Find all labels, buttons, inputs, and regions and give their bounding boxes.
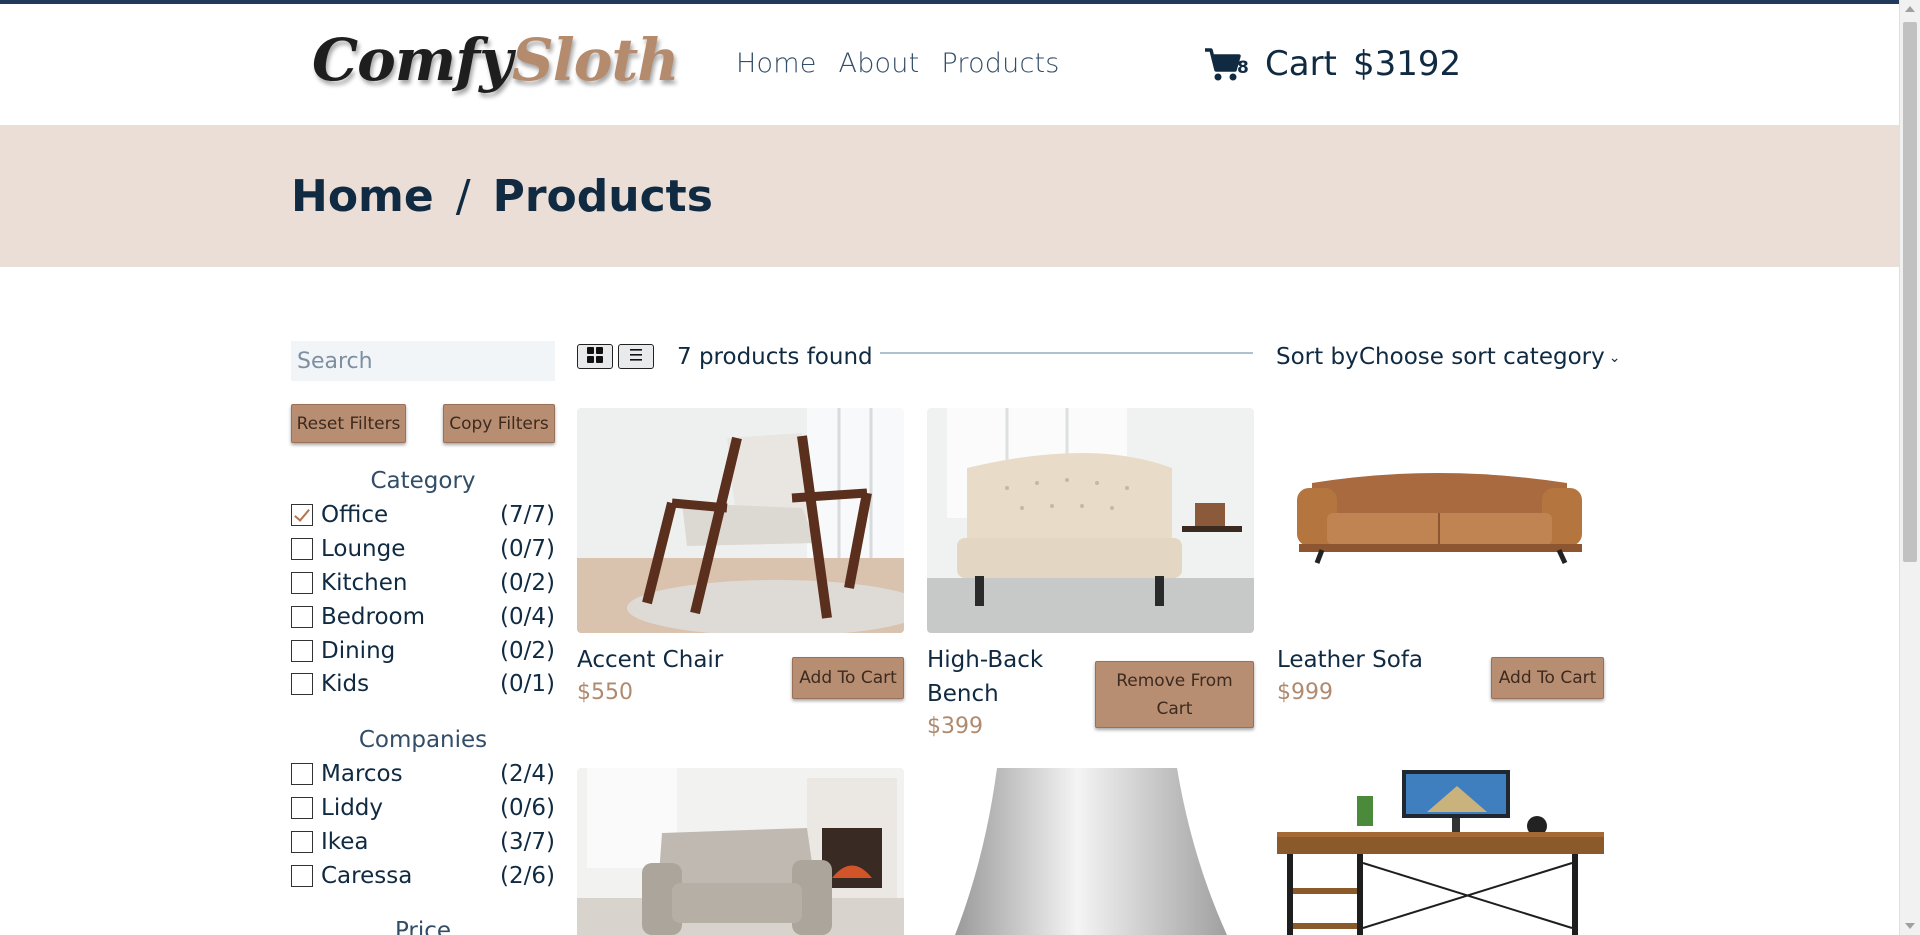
search-input[interactable]	[291, 341, 555, 381]
cart-count-badge: 8	[1237, 58, 1249, 78]
filter-label: Bedroom	[321, 604, 426, 630]
sort-select-value: Choose sort category	[1359, 344, 1605, 370]
company-filter-ikea[interactable]: Ikea (3/7)	[291, 827, 555, 857]
product-image-armchair[interactable]	[577, 768, 904, 935]
add-to-cart-button[interactable]: Add To Cart	[1491, 657, 1604, 699]
product-name: Accent Chair	[577, 647, 724, 673]
list-view-icon	[627, 347, 645, 367]
grid-view-icon	[586, 346, 604, 368]
brand-logo-part1: Comfy	[312, 26, 513, 94]
checkbox[interactable]	[291, 797, 313, 819]
filter-count: (0/2)	[500, 638, 555, 664]
add-to-cart-button[interactable]: Add To Cart	[792, 657, 904, 699]
checkbox[interactable]	[291, 606, 313, 628]
checkbox-checked[interactable]	[291, 504, 313, 526]
filter-label: Ikea	[321, 829, 369, 855]
product-image-desk[interactable]	[1277, 768, 1604, 935]
brand-logo-part2: Sloth	[511, 26, 680, 94]
product-name: Leather Sofa	[1277, 647, 1424, 673]
product-name: High-Back Bench	[927, 647, 1044, 707]
shopping-cart-icon: 8	[1203, 44, 1249, 84]
filter-label: Office	[321, 502, 389, 528]
cart-label: Cart	[1265, 44, 1337, 84]
filter-label: Dining	[321, 638, 396, 664]
checkbox[interactable]	[291, 673, 313, 695]
checkbox[interactable]	[291, 640, 313, 662]
list-view-button[interactable]	[618, 344, 654, 369]
checkbox[interactable]	[291, 831, 313, 853]
filter-label: Marcos	[321, 761, 403, 787]
sort-select[interactable]: Choose sort category ⌄	[1359, 344, 1620, 370]
checkbox[interactable]	[291, 865, 313, 887]
breadcrumb-home[interactable]: Home	[291, 171, 434, 222]
toolbar-divider	[880, 352, 1253, 354]
product-price: $999	[1277, 680, 1333, 705]
breadcrumb: Home / Products	[291, 171, 713, 222]
company-filter-caressa[interactable]: Caressa (2/6)	[291, 861, 555, 891]
grid-view-button[interactable]	[577, 344, 613, 369]
filter-label: Caressa	[321, 863, 413, 889]
chevron-down-icon: ⌄	[1608, 349, 1621, 366]
filter-label: Kids	[321, 671, 370, 697]
product-image-leather-sofa[interactable]	[1277, 408, 1604, 633]
remove-from-cart-button[interactable]: Remove From Cart	[1095, 661, 1254, 728]
brand-logo[interactable]: ComfySloth	[312, 26, 680, 94]
filter-count: (2/4)	[500, 761, 555, 787]
cart-button[interactable]: 8 Cart	[1203, 44, 1337, 84]
filter-count: (0/6)	[500, 795, 555, 821]
navbar: ComfySloth Home About Products 8 Cart $3…	[0, 4, 1899, 125]
companies-filter-title: Companies	[358, 727, 488, 753]
company-filter-liddy[interactable]: Liddy (0/6)	[291, 793, 555, 823]
checkbox[interactable]	[291, 538, 313, 560]
page-scrollbar[interactable]	[1899, 0, 1920, 935]
filter-count: (0/1)	[500, 671, 555, 697]
product-image-high-back-bench[interactable]	[927, 408, 1254, 633]
filter-count: (0/2)	[500, 570, 555, 596]
category-filter-kids[interactable]: Kids (0/1)	[291, 669, 555, 699]
filter-count: (0/4)	[500, 604, 555, 630]
nav-links: Home About Products	[736, 48, 1060, 79]
category-filter-office[interactable]: Office (7/7)	[291, 500, 555, 530]
filter-label: Liddy	[321, 795, 384, 821]
filter-count: (3/7)	[500, 829, 555, 855]
breadcrumb-current: Products	[492, 171, 713, 222]
filter-count: (0/7)	[500, 536, 555, 562]
category-filter-bedroom[interactable]: Bedroom (0/4)	[291, 602, 555, 632]
product-price: $399	[927, 714, 983, 739]
category-filter-dining[interactable]: Dining (0/2)	[291, 636, 555, 666]
nav-link-about[interactable]: About	[839, 48, 920, 79]
breadcrumb-separator: /	[455, 171, 471, 222]
product-image-accent-chair[interactable]	[577, 408, 904, 633]
reset-filters-button[interactable]: Reset Filters	[291, 404, 406, 443]
product-image-lamp[interactable]	[927, 768, 1254, 935]
scroll-up-arrow-icon[interactable]	[1905, 6, 1915, 12]
category-filter-lounge[interactable]: Lounge (0/7)	[291, 534, 555, 564]
scroll-down-arrow-icon[interactable]	[1905, 923, 1915, 929]
cart-total: $3192	[1353, 44, 1462, 84]
price-filter-title: Price	[394, 918, 452, 935]
filter-label: Kitchen	[321, 570, 408, 596]
category-filter-title: Category	[370, 468, 476, 494]
checkbox[interactable]	[291, 763, 313, 785]
sort-label: Sort by	[1276, 344, 1359, 370]
scrollbar-thumb[interactable]	[1903, 22, 1917, 562]
nav-link-home[interactable]: Home	[736, 48, 817, 79]
filter-count: (7/7)	[500, 502, 555, 528]
checkbox[interactable]	[291, 572, 313, 594]
nav-link-products[interactable]: Products	[941, 48, 1059, 79]
filter-count: (2/6)	[500, 863, 555, 889]
product-price: $550	[577, 680, 633, 705]
page-hero: Home / Products	[0, 125, 1899, 267]
category-filter-kitchen[interactable]: Kitchen (0/2)	[291, 568, 555, 598]
copy-filters-button[interactable]: Copy Filters	[443, 404, 555, 443]
products-found-count: 7 products found	[677, 344, 873, 370]
filter-label: Lounge	[321, 536, 406, 562]
company-filter-marcos[interactable]: Marcos (2/4)	[291, 759, 555, 789]
